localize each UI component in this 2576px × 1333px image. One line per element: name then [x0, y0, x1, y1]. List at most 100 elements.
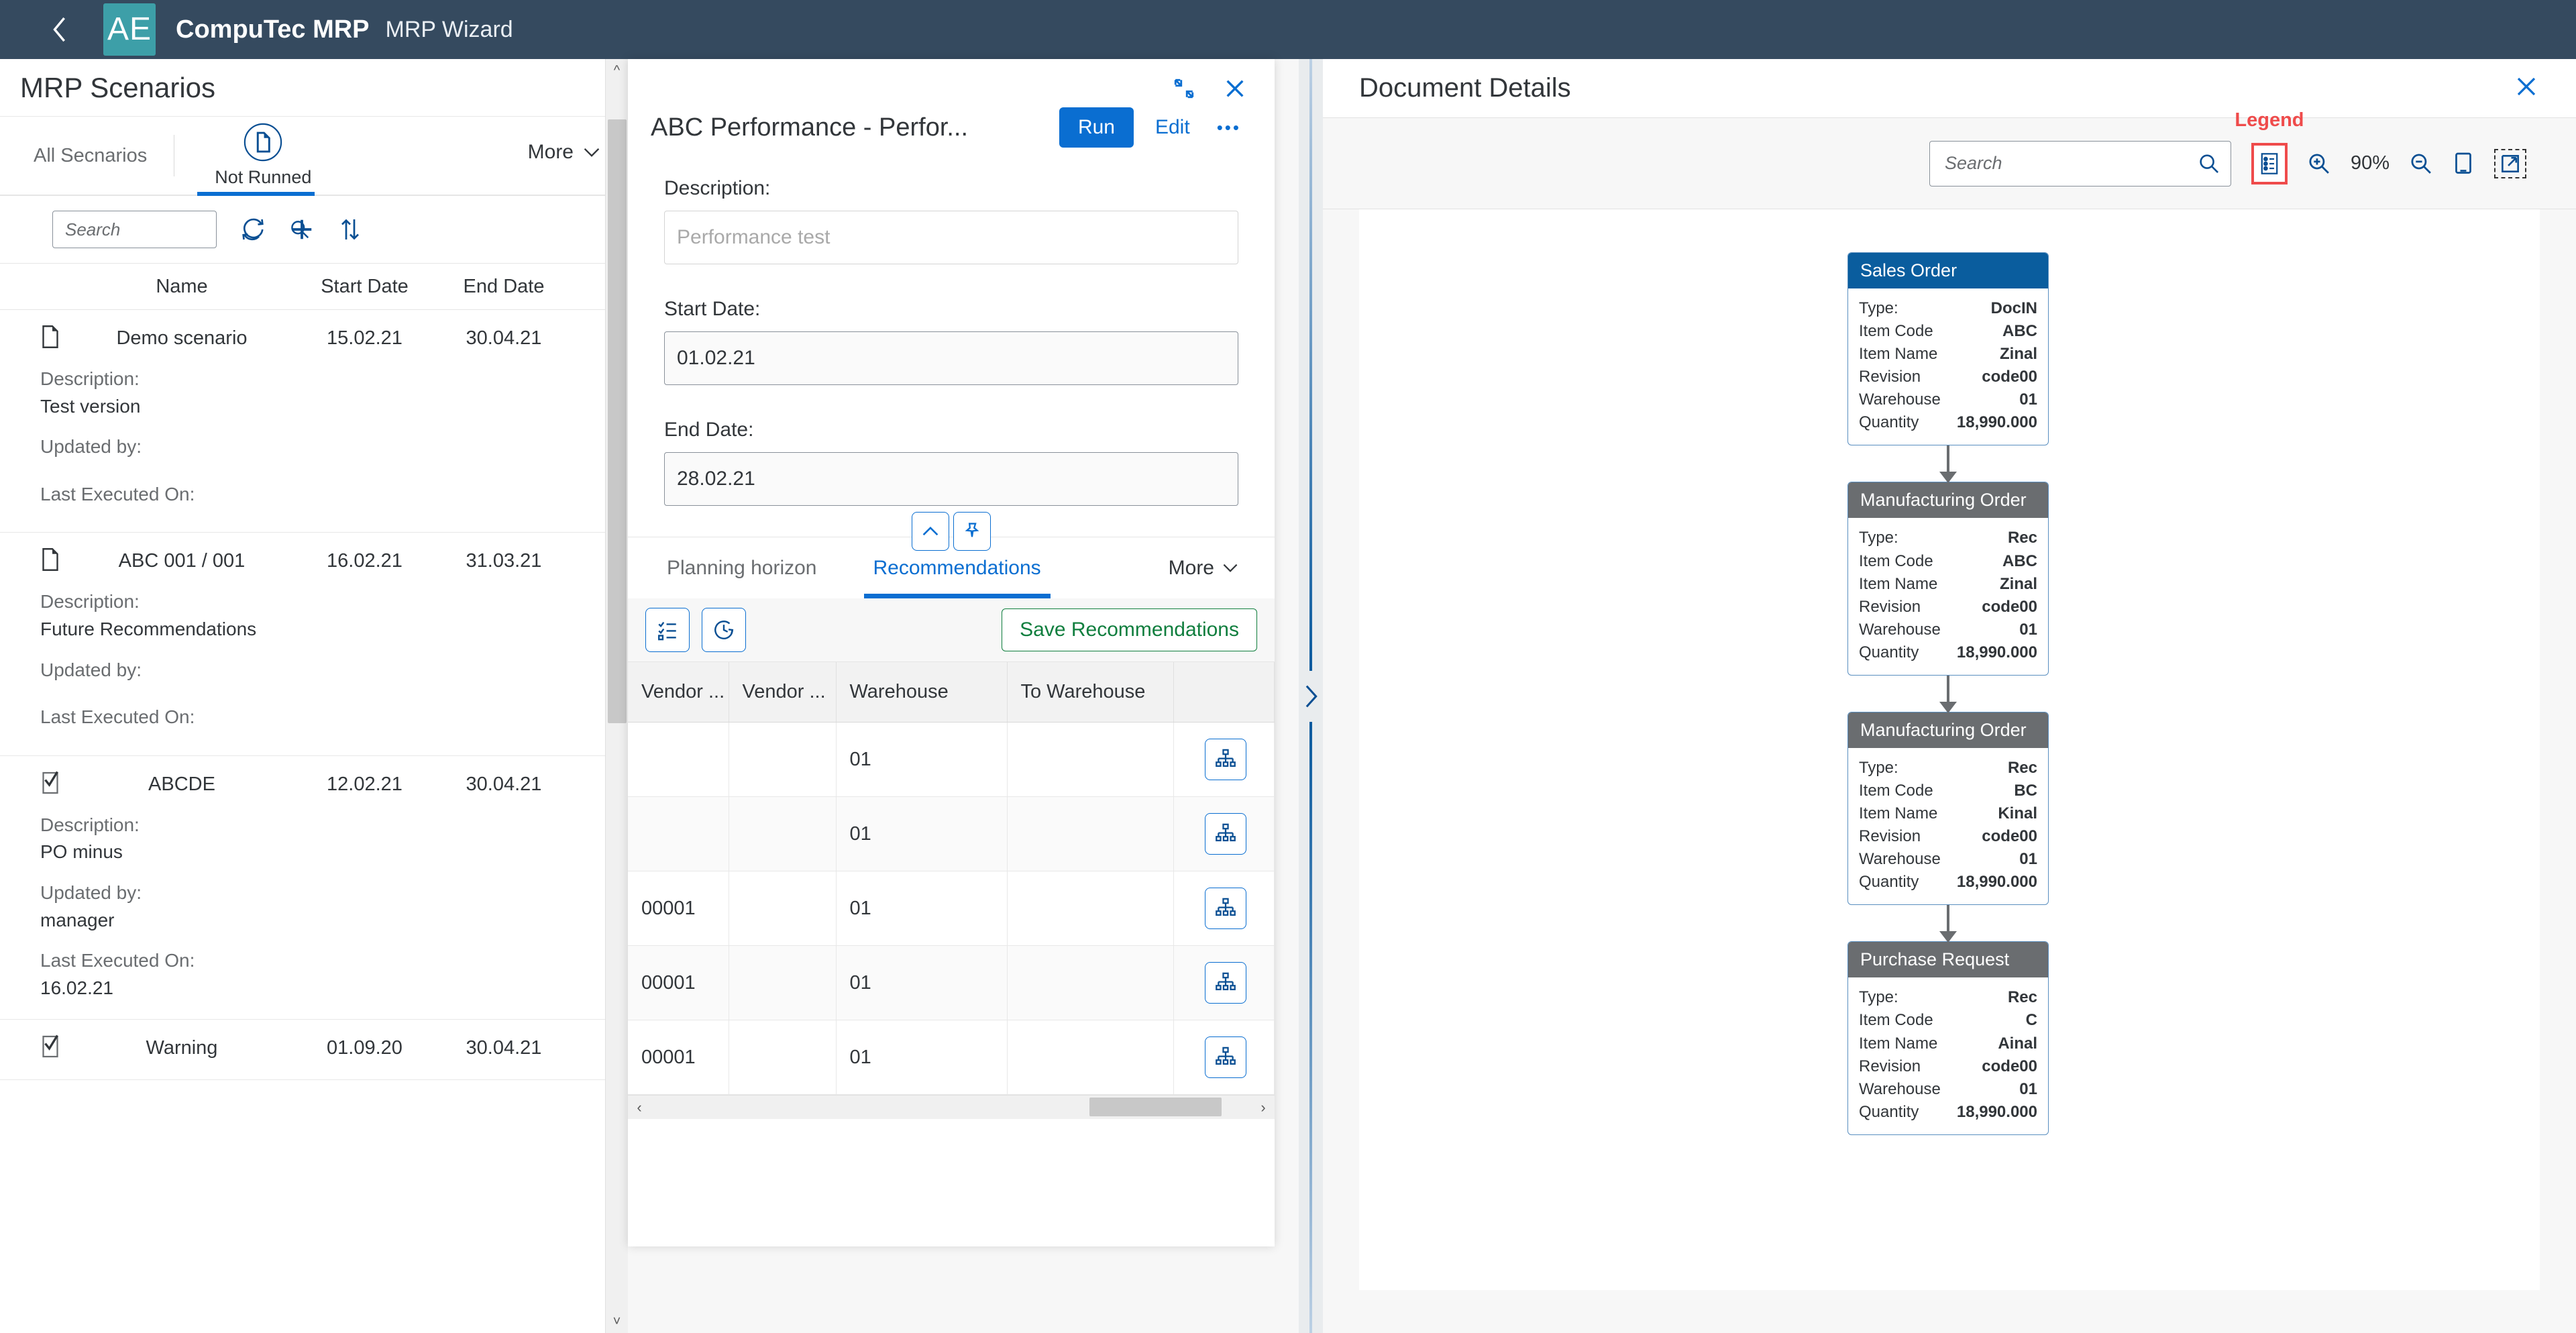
flow-node-field-value: DocIN	[1991, 297, 2037, 320]
tree-icon[interactable]	[1205, 1036, 1246, 1078]
col-vendor-1[interactable]: Vendor ...	[628, 662, 729, 723]
start-date-input[interactable]	[664, 331, 1238, 385]
flow-node[interactable]: Sales Order Type: DocIN Item Code ABC It…	[1847, 252, 2049, 445]
filter-more[interactable]: More	[528, 135, 607, 176]
flow-node-stack: Sales Order Type: DocIN Item Code ABC It…	[1847, 252, 2049, 1135]
flow-node[interactable]: Purchase Request Type: Rec Item Code C I…	[1847, 941, 2049, 1134]
left-panel-scrollbar[interactable]: ^ ˅	[605, 59, 628, 1333]
scroll-down-arrow-icon[interactable]: ˅	[606, 1310, 628, 1333]
diagram-search-wrapper[interactable]	[1929, 141, 2231, 186]
list-item[interactable]: Warning 01.09.20 30.04.21 Description: U…	[0, 1020, 627, 1080]
hscroll-thumb[interactable]	[1089, 1098, 1222, 1116]
diagram-toolbar: Legend 90%	[1323, 118, 2576, 209]
run-button[interactable]: Run	[1059, 107, 1134, 148]
tree-icon[interactable]	[1205, 813, 1246, 855]
refresh-icon[interactable]	[241, 217, 265, 242]
col-warehouse[interactable]: Warehouse	[836, 662, 1007, 723]
cell-to-warehouse	[1007, 871, 1173, 946]
tabs-more-button[interactable]: More	[1169, 557, 1238, 580]
end-date-input[interactable]	[664, 452, 1238, 506]
shell-bar: AE CompuTec MRP MRP Wizard	[0, 0, 2576, 59]
list-item[interactable]: ABCDE 12.02.21 30.04.21 Description: PO …	[0, 756, 627, 1020]
close-icon[interactable]	[1224, 77, 1246, 100]
flow-node-body: Type: Rec Item Code BC Item Name Kinal R…	[1848, 748, 2048, 904]
table-row[interactable]: 01	[628, 797, 1275, 871]
workspace: MRP Scenarios All Secnarios Not Runned M…	[0, 59, 2576, 1333]
back-icon[interactable]	[40, 9, 80, 50]
select-list-icon[interactable]	[645, 608, 690, 652]
flow-node-field: Item Code BC	[1859, 780, 2037, 802]
add-scenario-icon[interactable]	[289, 217, 315, 242]
zoom-out-icon[interactable]	[2410, 152, 2432, 175]
search-icon[interactable]	[2198, 153, 2220, 174]
legend-icon[interactable]	[2251, 143, 2288, 184]
tree-icon[interactable]	[1205, 739, 1246, 780]
scenario-description-value: PO minus	[40, 839, 607, 866]
table-row[interactable]: 00001 01	[628, 946, 1275, 1020]
scroll-up-arrow-icon[interactable]: ^	[606, 59, 628, 82]
scenario-last-executed-value	[40, 508, 607, 515]
table-header-row: Vendor ... Vendor ... Warehouse To Wareh…	[628, 662, 1275, 723]
scrollbar-thumb[interactable]	[608, 119, 627, 723]
table-row[interactable]: 00001 01	[628, 871, 1275, 946]
document-details-header: Document Details	[1323, 59, 2576, 118]
flow-node[interactable]: Manufacturing Order Type: Rec Item Code …	[1847, 482, 2049, 675]
search-input-wrapper[interactable]	[52, 211, 217, 248]
overflow-menu-icon[interactable]: •••	[1212, 113, 1246, 142]
scroll-right-arrow-icon[interactable]: ›	[1252, 1099, 1275, 1116]
table-horizontal-scrollbar[interactable]: ‹ ›	[628, 1095, 1275, 1119]
page-title: MRP Scenarios	[20, 72, 215, 104]
cell-to-warehouse	[1007, 946, 1173, 1020]
cell-vendor-2	[729, 946, 836, 1020]
splitter-bar-bottom	[1309, 722, 1312, 1333]
hscroll-track[interactable]	[651, 1096, 1252, 1119]
flow-node[interactable]: Manufacturing Order Type: Rec Item Code …	[1847, 712, 2049, 905]
app-subtitle: MRP Wizard	[386, 17, 513, 43]
list-item[interactable]: ABC 001 / 001 16.02.21 31.03.21 Descript…	[0, 533, 627, 755]
app-logo-text: AE	[107, 13, 152, 46]
flow-node-body: Type: Rec Item Code ABC Item Name Zinal …	[1848, 518, 2048, 674]
tab-recommendations[interactable]: Recommendations	[871, 537, 1044, 598]
filter-all-scenarios[interactable]: All Secnarios	[20, 135, 174, 176]
list-item[interactable]: Demo scenario 15.02.21 30.04.21 Descript…	[0, 310, 627, 533]
recommendations-toolbar: Save Recommendations	[628, 598, 1275, 662]
table-row[interactable]: 01	[628, 723, 1275, 797]
tab-planning-horizon[interactable]: Planning horizon	[664, 537, 820, 598]
col-vendor-2[interactable]: Vendor ...	[729, 662, 836, 723]
flow-node-field: Quantity 18,990.000	[1859, 871, 2037, 894]
scenario-start-date: 15.02.21	[292, 327, 437, 350]
save-recommendations-button[interactable]: Save Recommendations	[1002, 608, 1257, 651]
collapse-icon[interactable]	[1173, 77, 1195, 100]
flow-node-field: Item Name Kinal	[1859, 802, 2037, 825]
diagram-search-input[interactable]	[1945, 153, 2198, 174]
scroll-left-arrow-icon[interactable]: ‹	[628, 1099, 651, 1116]
zoom-in-icon[interactable]	[2308, 152, 2330, 175]
history-icon[interactable]	[702, 608, 746, 652]
document-flow-canvas[interactable]: Sales Order Type: DocIN Item Code ABC It…	[1359, 209, 2540, 1290]
tree-icon[interactable]	[1205, 888, 1246, 929]
filter-not-runned[interactable]: Not Runned	[215, 117, 311, 195]
flow-connector-arrow	[1947, 676, 1949, 712]
splitter-expand-icon[interactable]	[1302, 671, 1320, 722]
scenario-detail-wrapper: ABC Performance - Perfor... Run Edit •••…	[628, 59, 1299, 1333]
flow-node-field: Type: Rec	[1859, 757, 2037, 780]
fit-to-screen-icon[interactable]	[2453, 152, 2474, 176]
description-input[interactable]	[664, 211, 1238, 264]
sort-icon[interactable]	[339, 217, 362, 242]
table-row[interactable]: 00001 01	[628, 1020, 1275, 1095]
edit-button[interactable]: Edit	[1148, 112, 1197, 143]
col-to-warehouse[interactable]: To Warehouse	[1007, 662, 1173, 723]
mrp-scenarios-panel: MRP Scenarios All Secnarios Not Runned M…	[0, 59, 628, 1333]
panel-splitter[interactable]	[1299, 59, 1323, 1333]
flow-node-field-value: ABC	[2002, 550, 2037, 573]
full-screen-icon[interactable]	[2494, 149, 2526, 178]
flow-node-field-label: Revision	[1859, 825, 1921, 848]
close-icon[interactable]	[2514, 74, 2538, 102]
scenario-end-date: 30.04.21	[437, 327, 571, 350]
scenario-list[interactable]: Demo scenario 15.02.21 30.04.21 Descript…	[0, 310, 627, 1333]
flow-node-field-label: Type:	[1859, 757, 1898, 780]
flow-node-field-value: Ainal	[1998, 1032, 2037, 1055]
tree-icon[interactable]	[1205, 962, 1246, 1004]
cell-to-warehouse	[1007, 797, 1173, 871]
flow-node-field-value: Zinal	[2000, 343, 2037, 366]
